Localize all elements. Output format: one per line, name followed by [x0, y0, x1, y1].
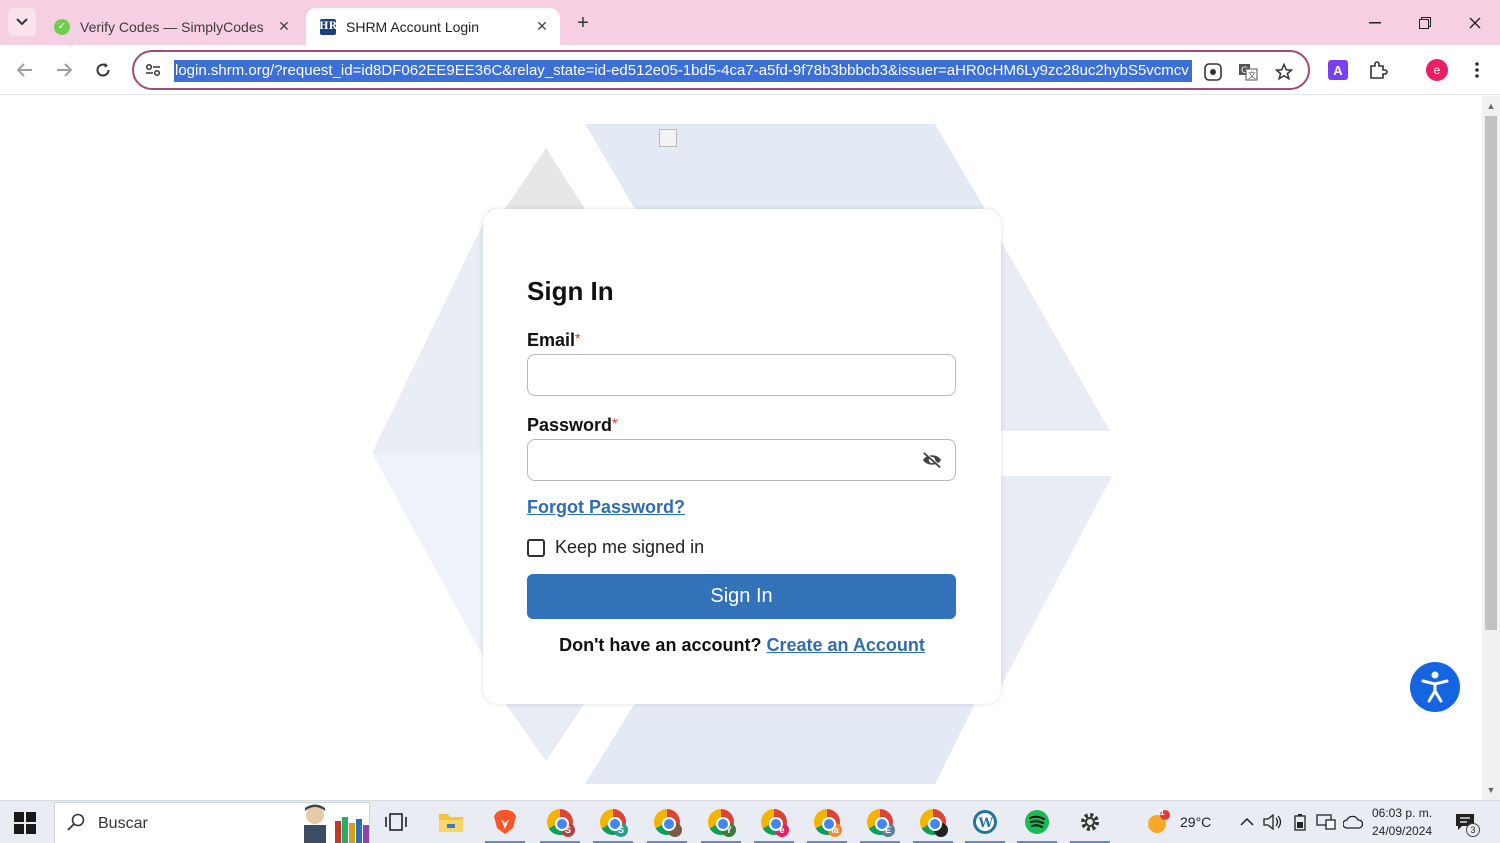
google-lens-icon[interactable]: [1201, 60, 1225, 84]
tab-shrm-login[interactable]: HR SHRM Account Login ✕: [306, 8, 560, 45]
forward-arrow-icon[interactable]: [49, 55, 79, 85]
chrome-profile-e2-icon[interactable]: E: [865, 807, 895, 837]
chrome-profile-s2-icon[interactable]: S: [598, 807, 628, 837]
windows-taskbar: Buscar S S Y e ia E W 1 29°C 06:03 p. m.…: [0, 800, 1500, 843]
keep-signed-in-row[interactable]: Keep me signed in: [527, 537, 704, 558]
weather-alert-badge: 1: [1160, 808, 1165, 817]
system-clock[interactable]: 06:03 p. m. 24/09/2024: [1372, 804, 1432, 840]
back-arrow-icon[interactable]: [10, 55, 40, 85]
scrollbar-thumb[interactable]: [1485, 116, 1497, 630]
brave-icon[interactable]: [490, 807, 520, 837]
chrome-profile-badge: S: [561, 823, 575, 837]
new-tab-plus-icon[interactable]: +: [570, 10, 596, 36]
page-title: Sign In: [527, 276, 614, 306]
chrome-profile-e-icon[interactable]: e: [759, 807, 789, 837]
site-info-tune-icon[interactable]: [144, 61, 162, 79]
kebab-menu-icon[interactable]: [1465, 58, 1489, 82]
create-account-link[interactable]: Create an Account: [766, 635, 924, 655]
sign-in-button[interactable]: Sign In: [527, 574, 956, 619]
page-scrollbar[interactable]: ▲ ▼: [1482, 96, 1500, 800]
search-icon: [67, 813, 85, 836]
reload-icon[interactable]: [88, 55, 118, 85]
wordpress-icon[interactable]: W: [970, 807, 1000, 837]
volume-icon[interactable]: [1258, 807, 1288, 837]
windows-start-icon[interactable]: [14, 812, 36, 834]
scroll-up-arrow-icon[interactable]: ▲: [1482, 98, 1500, 114]
shrm-logo-broken-image: [659, 129, 677, 147]
file-explorer-icon[interactable]: [436, 807, 466, 837]
notification-count-badge: 3: [1466, 823, 1480, 837]
browser-tab-strip: ✓ Verify Codes — SimplyCodes ✕ HR SHRM A…: [0, 0, 1500, 45]
spotify-icon[interactable]: [1022, 807, 1052, 837]
settings-icon[interactable]: [1075, 807, 1105, 837]
chrome-profile-badge: [668, 823, 682, 837]
onedrive-cloud-icon[interactable]: [1338, 807, 1368, 837]
url-text[interactable]: login.shrm.org/?request_id=id8DF062EE9EE…: [174, 60, 1192, 82]
accessibility-icon[interactable]: [1410, 662, 1460, 712]
password-label-text: Password: [527, 415, 613, 435]
chrome-profile-badge: S: [614, 823, 628, 837]
address-bar[interactable]: login.shrm.org/?request_id=id8DF062EE9EE…: [132, 50, 1310, 90]
tab-title: Verify Codes — SimplyCodes: [80, 18, 264, 35]
shrm-hr-icon: HR: [319, 18, 337, 35]
search-highlight-illustration: [304, 804, 369, 843]
chrome-profile-badge: E: [881, 823, 895, 837]
required-asterisk: *: [575, 330, 581, 346]
chrome-profile-dark-icon[interactable]: [918, 807, 948, 837]
svg-text:文: 文: [1248, 70, 1256, 80]
sign-in-card: Sign In Email* Password* Forgot Password…: [483, 209, 1001, 704]
translate-icon[interactable]: G文: [1236, 60, 1260, 84]
svg-text:W: W: [978, 816, 994, 831]
chrome-profile-badge: ia: [828, 823, 842, 837]
email-label-text: Email: [527, 330, 576, 350]
password-label: Password*: [527, 415, 618, 436]
forgot-password-link[interactable]: Forgot Password?: [527, 497, 685, 518]
weather-icon[interactable]: 1: [1143, 807, 1173, 837]
scroll-down-arrow-icon[interactable]: ▼: [1482, 782, 1500, 798]
chrome-profile-badge: e: [775, 823, 789, 837]
clock-date: 24/09/2024: [1372, 824, 1433, 838]
chrome-profile-photo-icon[interactable]: [652, 807, 682, 837]
no-account-row: Don't have an account? Create an Account: [483, 635, 1001, 656]
email-label: Email*: [527, 330, 580, 351]
keep-signed-in-label[interactable]: Keep me signed in: [555, 537, 704, 558]
keep-signed-in-checkbox[interactable]: [527, 538, 545, 557]
search-placeholder: Buscar: [98, 815, 148, 832]
tab-title: SHRM Account Login: [346, 18, 480, 35]
page-viewport: Sign In Email* Password* Forgot Password…: [0, 96, 1482, 800]
clock-time: 06:03 p. m.: [1372, 806, 1433, 820]
restore-icon[interactable]: [1400, 0, 1450, 45]
simplycodes-check-icon: ✓: [54, 18, 70, 35]
bookmark-star-icon[interactable]: [1272, 60, 1296, 84]
no-account-text: Don't have an account?: [559, 635, 762, 655]
task-view-icon[interactable]: [381, 807, 411, 837]
extensions-puzzle-icon[interactable]: [1366, 58, 1390, 82]
window-close-icon[interactable]: [1450, 0, 1500, 45]
close-icon[interactable]: ✕: [532, 17, 552, 37]
chrome-profile-badge: [934, 823, 948, 837]
email-field[interactable]: [527, 354, 956, 396]
tab-simplycodes[interactable]: ✓ Verify Codes — SimplyCodes ✕: [40, 8, 302, 45]
taskbar-search-input[interactable]: Buscar: [54, 802, 370, 843]
extension-a-icon[interactable]: A: [1328, 60, 1348, 80]
minimize-icon[interactable]: [1350, 0, 1400, 45]
required-asterisk: *: [612, 415, 618, 431]
close-icon[interactable]: ✕: [274, 17, 294, 37]
notification-center-icon[interactable]: 3: [1450, 807, 1480, 837]
chrome-profile-badge: Y: [722, 823, 736, 837]
weather-temperature[interactable]: 29°C: [1180, 814, 1211, 830]
browser-toolbar: login.shrm.org/?request_id=id8DF062EE9EE…: [0, 45, 1500, 95]
tab-search-chevron-icon[interactable]: [8, 8, 36, 36]
network-ethernet-icon[interactable]: [1311, 807, 1341, 837]
chrome-profile-s-icon[interactable]: S: [545, 807, 575, 837]
chrome-profile-ia-icon[interactable]: ia: [812, 807, 842, 837]
chrome-profile-y-icon[interactable]: Y: [706, 807, 736, 837]
profile-avatar[interactable]: e: [1426, 59, 1448, 81]
eye-slash-icon[interactable]: [921, 451, 943, 469]
password-field[interactable]: [527, 439, 956, 481]
